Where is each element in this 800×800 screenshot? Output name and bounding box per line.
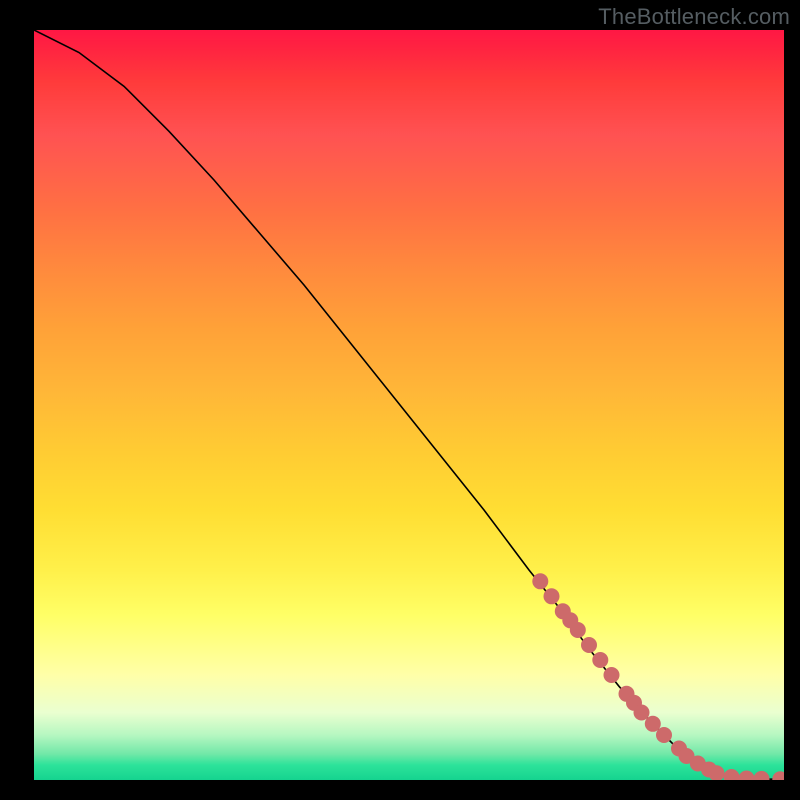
data-point bbox=[570, 622, 586, 638]
data-point bbox=[581, 637, 597, 653]
data-point bbox=[604, 667, 620, 683]
data-point bbox=[544, 588, 560, 604]
chart-svg bbox=[34, 30, 784, 780]
curve-line bbox=[34, 30, 784, 779]
data-point bbox=[634, 705, 650, 721]
data-point bbox=[592, 652, 608, 668]
data-point bbox=[532, 573, 548, 589]
watermark-label: TheBottleneck.com bbox=[598, 4, 790, 30]
data-point bbox=[739, 771, 755, 781]
data-point bbox=[754, 771, 770, 780]
data-point bbox=[772, 771, 784, 780]
chart-frame: TheBottleneck.com bbox=[0, 0, 800, 800]
data-point bbox=[656, 727, 672, 743]
plot-area bbox=[34, 30, 784, 780]
data-point bbox=[724, 769, 740, 780]
